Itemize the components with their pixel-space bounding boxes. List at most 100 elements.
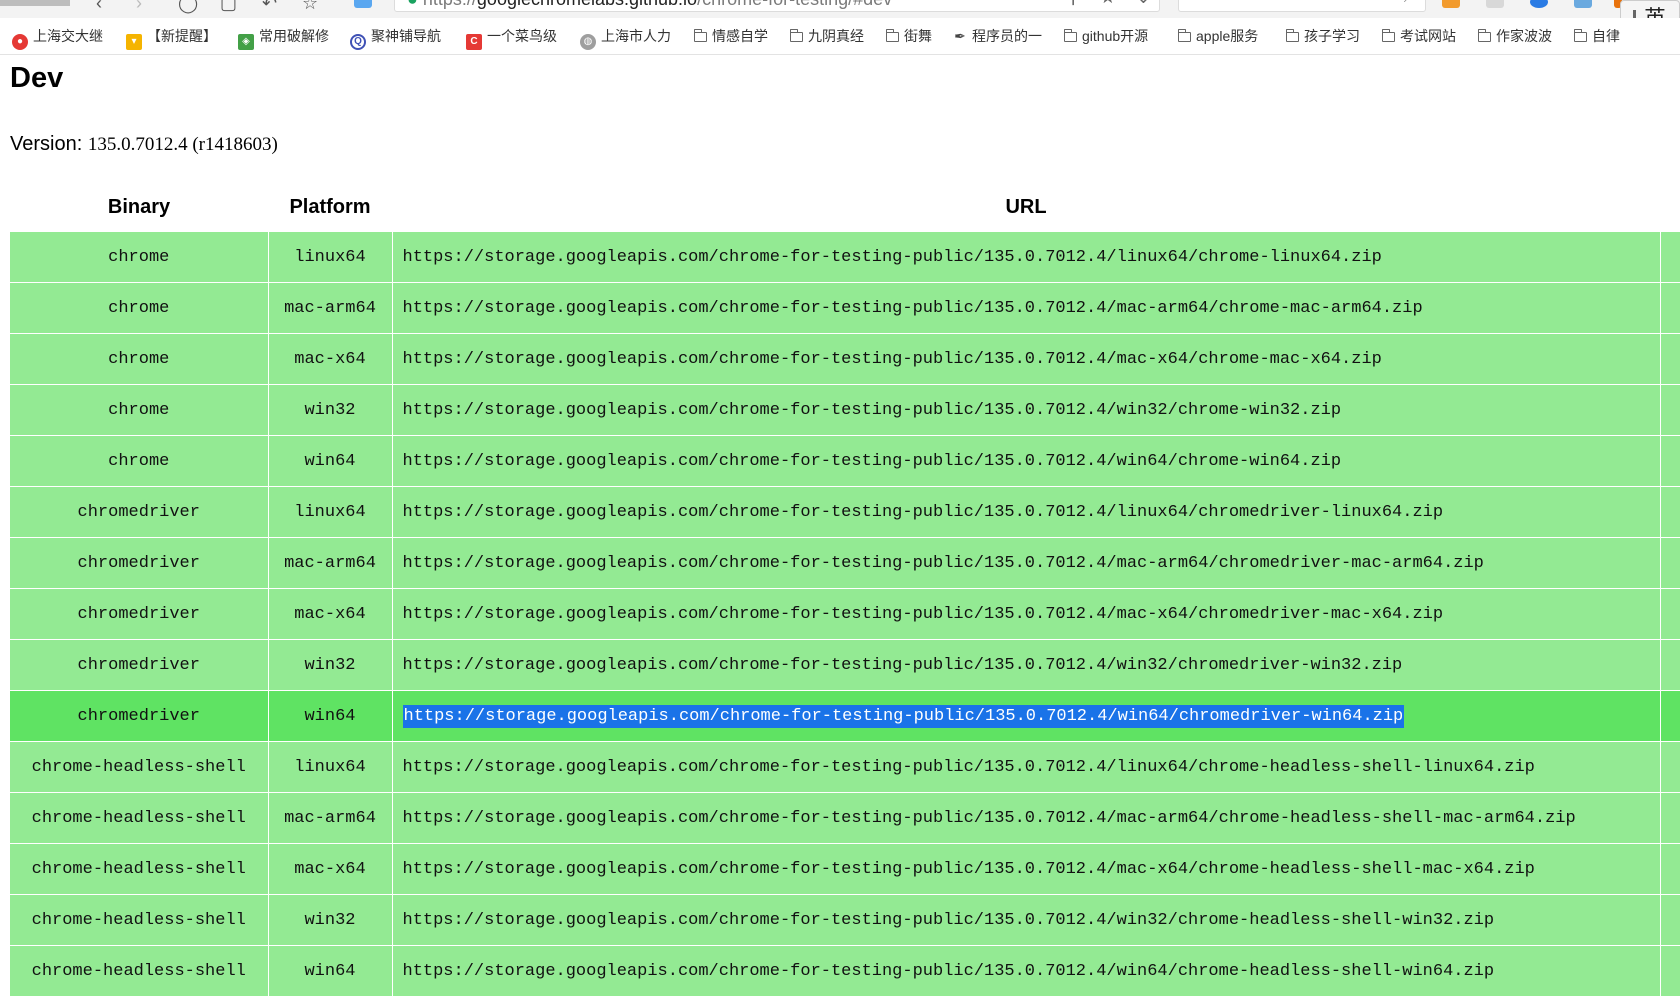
download-url-link[interactable]: https://storage.googleapis.com/chrome-fo… (403, 605, 1444, 624)
platform-cell: linux64 (268, 232, 393, 283)
platform-cell: linux64 (268, 486, 393, 538)
binary-cell: chrome (10, 384, 269, 436)
column-header-url: URL (392, 182, 1660, 232)
back-icon[interactable]: ‹ (96, 0, 102, 12)
folder-icon (1381, 29, 1395, 42)
folder-icon (885, 29, 899, 42)
binary-cell: chrome-headless-shell (10, 741, 269, 793)
bookmark-label: 孩子学习 (1304, 28, 1360, 44)
table-row: chrome win32 https://storage.googleapis.co… (10, 384, 1680, 436)
address-url: https://googlechromelabs.github.io/chrom… (423, 0, 892, 9)
platform-cell: mac-x64 (268, 333, 393, 385)
address-actions: ⚲ ★ ⌄ (1067, 0, 1151, 7)
bookmark-label: 九阴真经 (808, 28, 864, 44)
bookmark-item[interactable]: 九阴真经 (789, 27, 864, 45)
bookmark-label: github开源 (1082, 28, 1149, 44)
bookmark-item[interactable]: 作家波波 (1477, 27, 1552, 45)
bookmark-item[interactable]: 孩子学习 (1285, 27, 1360, 45)
c-logo-icon: C (466, 34, 482, 50)
binary-cell: chrome (10, 282, 269, 334)
bookmark-item[interactable]: 自律 (1573, 27, 1620, 45)
download-url-link[interactable]: https://storage.googleapis.com/chrome-fo… (403, 350, 1382, 369)
table-row: chromedriver mac-arm64 https://storage.goo… (10, 537, 1680, 589)
bookmark-item[interactable]: ◍ 上海市人力 (580, 27, 671, 50)
bookmark-label: 自律 (1592, 28, 1620, 44)
bookmark-item[interactable]: 考试网站 (1381, 27, 1456, 45)
download-url-link[interactable]: https://storage.googleapis.com/chrome-fo… (403, 452, 1342, 471)
bookmark-label: 聚神铺导航 (371, 28, 441, 44)
extra-cell (1660, 639, 1680, 691)
table-body: chrome linux64 https://storage.googleapis.… (10, 232, 1680, 997)
share-icon[interactable]: ⚲ (1067, 0, 1080, 7)
column-header-extra (1660, 182, 1680, 232)
binary-cell: chrome-headless-shell (10, 945, 269, 997)
bookmark-item[interactable]: github开源 (1063, 27, 1149, 45)
binary-cell: chrome (10, 232, 269, 283)
download-url-link[interactable]: https://storage.googleapis.com/chrome-fo… (402, 704, 1405, 728)
table-row: chromedriver mac-x64 https://storage.googl… (10, 588, 1680, 640)
table-row: chrome-headless-shell win64 https://storag… (10, 945, 1680, 997)
downloads-table: Binary Platform URL chrome linux64 https:/… (10, 182, 1680, 997)
bookmark-item[interactable]: 情感自学 (693, 27, 768, 45)
reload-icon[interactable]: ◯ (178, 0, 198, 12)
table-row: chromedriver win32 https://storage.googlea… (10, 639, 1680, 691)
apps-grid-icon[interactable] (1442, 0, 1460, 8)
download-url-link[interactable]: https://storage.googleapis.com/chrome-fo… (403, 809, 1576, 828)
binary-cell: chromedriver (10, 537, 269, 589)
download-url-link[interactable]: https://storage.googleapis.com/chrome-fo… (403, 860, 1535, 879)
binary-cell: chrome-headless-shell (10, 894, 269, 946)
download-url-link[interactable]: https://storage.googleapis.com/chrome-fo… (403, 962, 1495, 981)
extension-icon[interactable] (354, 0, 372, 8)
profile-icon[interactable] (1530, 0, 1548, 8)
table-row: chrome mac-arm64 https://storage.googleapi… (10, 282, 1680, 334)
platform-cell: win32 (268, 384, 393, 436)
undo-icon[interactable]: ↶ (262, 0, 277, 12)
download-url-link[interactable]: https://storage.googleapis.com/chrome-fo… (403, 503, 1444, 522)
bookmark-item[interactable]: C 一个菜鸟级 (466, 27, 557, 50)
binary-cell: chrome-headless-shell (10, 843, 269, 895)
url-cell: https://storage.googleapis.com/chrome-fo… (392, 843, 1661, 895)
extra-cell (1660, 486, 1680, 538)
extra-cell (1660, 894, 1680, 946)
folder-icon (1063, 29, 1077, 42)
download-url-link[interactable]: https://storage.googleapis.com/chrome-fo… (403, 758, 1535, 777)
address-bar[interactable]: ● https://googlechromelabs.github.io/chr… (394, 0, 1160, 12)
bookmark-label: apple服务 (1196, 28, 1259, 44)
bookmark-item[interactable]: apple服务 (1177, 27, 1259, 45)
bookmark-star-icon[interactable]: ☆ (302, 0, 318, 12)
platform-cell: win64 (268, 435, 393, 487)
award-icon: ▾ (126, 34, 142, 50)
home-icon[interactable]: ▢ (220, 0, 237, 12)
bookmark-item[interactable]: ▾ 【新提醒】 (126, 27, 217, 50)
download-url-link[interactable]: https://storage.googleapis.com/chrome-fo… (403, 299, 1423, 318)
forward-icon[interactable]: › (136, 0, 142, 12)
layers-icon: ◈ (238, 34, 254, 50)
download-url-link[interactable]: https://storage.googleapis.com/chrome-fo… (403, 248, 1382, 267)
download-url-link[interactable]: https://storage.googleapis.com/chrome-fo… (403, 911, 1495, 930)
search-box[interactable]: ⌕ (1178, 0, 1426, 12)
bookmark-item[interactable]: Q 聚神铺导航 (350, 27, 441, 50)
url-cell: https://storage.googleapis.com/chrome-fo… (392, 232, 1661, 283)
dropdown-chevron-icon[interactable]: ⌄ (1136, 0, 1151, 7)
extra-cell (1660, 843, 1680, 895)
platform-cell: win64 (268, 690, 393, 742)
url-cell: https://storage.googleapis.com/chrome-fo… (392, 486, 1661, 538)
download-url-link[interactable]: https://storage.googleapis.com/chrome-fo… (403, 401, 1342, 420)
bookmark-item[interactable]: ● 上海交大继 (12, 27, 103, 50)
extra-cell (1660, 282, 1680, 334)
chat-icon[interactable] (1486, 0, 1504, 8)
url-cell: https://storage.googleapis.com/chrome-fo… (392, 333, 1661, 385)
download-url-link[interactable]: https://storage.googleapis.com/chrome-fo… (403, 656, 1403, 675)
table-row: chrome-headless-shell linux64 https://stor… (10, 741, 1680, 793)
bookmark-item[interactable]: ✒ 程序员的一 (952, 27, 1042, 45)
search-icon[interactable]: ⌕ (1404, 0, 1413, 7)
bookmark-label: 程序员的一 (972, 28, 1042, 44)
globe-icon: ◍ (580, 34, 596, 50)
favorite-star-icon[interactable]: ★ (1100, 0, 1116, 7)
bookmark-item[interactable]: 街舞 (885, 27, 932, 45)
download-url-link[interactable]: https://storage.googleapis.com/chrome-fo… (403, 554, 1484, 573)
table-row: chrome linux64 https://storage.googleapis.… (10, 232, 1680, 283)
image-icon[interactable] (1574, 0, 1592, 8)
platform-cell: mac-arm64 (268, 792, 393, 844)
bookmark-item[interactable]: ◈ 常用破解修 (238, 27, 329, 50)
